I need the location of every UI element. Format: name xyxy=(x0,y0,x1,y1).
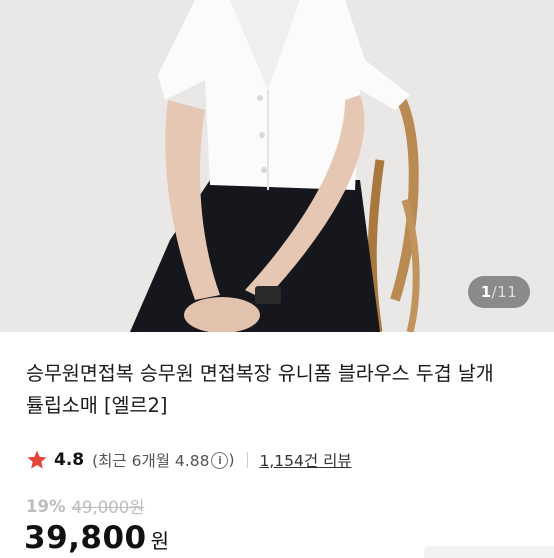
original-price: 49,000원 xyxy=(71,498,145,517)
product-image[interactable]: 1 / 11 xyxy=(0,0,554,332)
recent-rating-label: (최근 6개월 4.88 xyxy=(92,452,210,470)
rating-score: 4.8 xyxy=(54,450,85,470)
recent-rating: (최근 6개월 4.88 i ) xyxy=(92,449,234,471)
discount-row: 19% 49,000원 xyxy=(26,494,144,518)
image-counter-total: 11 xyxy=(497,283,518,301)
rating-row: 4.8 (최근 6개월 4.88 i ) 1,154건 리뷰 xyxy=(26,447,352,473)
sale-price: 39,800 xyxy=(24,520,147,556)
discount-rate: 19% xyxy=(26,496,66,516)
sale-price-row: 39,800 원 xyxy=(24,520,169,556)
review-count-link[interactable]: 1,154건 리뷰 xyxy=(260,449,352,471)
info-icon[interactable]: i xyxy=(211,451,229,469)
product-title: 승무원면접복 승무원 면접복장 유니폼 블라우스 두겹 날개 튤립소매 [엘르2… xyxy=(26,362,494,417)
star-icon xyxy=(27,450,47,469)
image-counter: 1 / 11 xyxy=(468,276,530,308)
divider xyxy=(246,452,248,468)
image-counter-current: 1 xyxy=(480,283,492,301)
recent-rating-close: ) xyxy=(228,451,235,469)
currency-unit: 원 xyxy=(150,529,170,553)
coupon-tab[interactable] xyxy=(424,546,554,558)
